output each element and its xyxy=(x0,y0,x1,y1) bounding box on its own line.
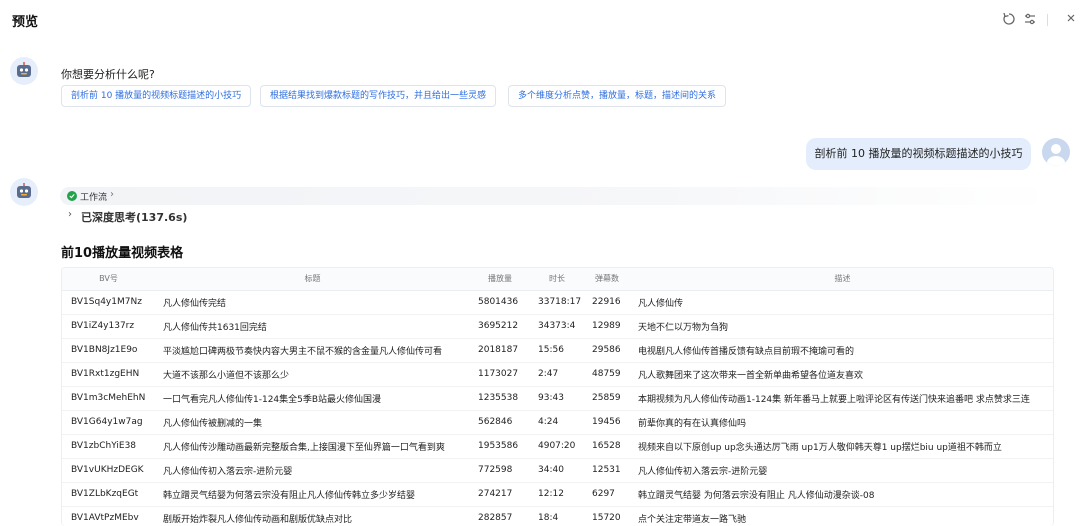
cell-description: 天地不仁以万物为刍狗 xyxy=(630,314,1053,339)
table-title: 前10播放量视频表格 xyxy=(61,246,184,261)
cell-danmaku: 16528 xyxy=(584,434,630,459)
bot-avatar xyxy=(10,178,38,206)
cell-bv: BV1vUKHzDEGK xyxy=(62,458,155,483)
cell-views: 562846 xyxy=(470,410,530,435)
cell-danmaku: 29586 xyxy=(584,338,630,363)
table-row: BV1AVtPzMEbv 剧版开始炸裂凡人修仙传动画和剧版优缺点对比 282857 1… xyxy=(62,506,1053,526)
cell-description: 凡人歌舞团来了这次带来一首全新单曲希望各位道友喜欢 xyxy=(630,362,1053,387)
table-row: BV1ZLbKzqEGt 韩立蹭灵气结婴为何落云宗没有阻止凡人修仙传韩立多少岁结婴… xyxy=(62,482,1053,507)
cell-bv: BV1AVtPzMEbv xyxy=(62,506,155,526)
cell-danmaku: 22916 xyxy=(584,290,630,315)
cell-duration: 18:4 xyxy=(530,506,584,526)
page-title: 预览 xyxy=(12,15,39,30)
col-header-bv[interactable]: BV号 xyxy=(62,268,155,291)
cell-description: 本期视频为凡人修仙传动画1-124集 新年番马上就要上啦评论区有传送门快来追番吧… xyxy=(630,386,1053,411)
col-header-duration[interactable]: 时长 xyxy=(530,268,584,291)
cell-bv: BV1Rxt1zgEHN xyxy=(62,362,155,387)
table-row: BV1zbChYiE38 凡人修仙传沙雕动画最新完整版合集,上接国漫下至仙界篇一口… xyxy=(62,434,1053,459)
cell-bv: BV1BN8Jz1E9o xyxy=(62,338,155,363)
cell-views: 5801436 xyxy=(470,290,530,315)
cell-description: 凡人修仙传 xyxy=(630,290,1053,315)
chevron-right-icon: › xyxy=(68,209,72,220)
col-header-description[interactable]: 描述 xyxy=(630,268,1053,291)
cell-views: 772598 xyxy=(470,458,530,483)
col-header-title[interactable]: 标题 xyxy=(155,268,470,291)
cell-duration: 34:40 xyxy=(530,458,584,483)
cell-danmaku: 19456 xyxy=(584,410,630,435)
col-header-views[interactable]: 播放量 xyxy=(470,268,530,291)
cell-description: 电视剧凡人修仙传首播反馈有缺点目前瑕不掩瑜可看的 xyxy=(630,338,1053,363)
cell-duration: 15:56 xyxy=(530,338,584,363)
cell-description: 前辈你真的有在认真修仙吗 xyxy=(630,410,1053,435)
refresh-icon[interactable] xyxy=(1001,12,1017,28)
user-message-bubble: 剖析前 10 播放量的视频标题描述的小技巧 xyxy=(806,138,1031,170)
cell-views: 1173027 xyxy=(470,362,530,387)
cell-duration: 33718:17 xyxy=(530,290,584,315)
cell-description: 点个关注定带道友一路飞驰 xyxy=(630,506,1053,526)
cell-duration: 34373:4 xyxy=(530,314,584,339)
suggestion-chip-3[interactable]: 多个维度分析点赞，播放量，标题，描述间的关系 xyxy=(508,85,727,107)
user-avatar xyxy=(1042,138,1070,166)
check-circle-icon xyxy=(67,191,77,201)
cell-bv: BV1Sq4y1M7Nz xyxy=(62,290,155,315)
cell-duration: 2:47 xyxy=(530,362,584,387)
cell-title: 剧版开始炸裂凡人修仙传动画和剧版优缺点对比 xyxy=(155,506,470,526)
cell-bv: BV1ZLbKzqEGt xyxy=(62,482,155,507)
cell-title: 一口气看完凡人修仙传1-124集全5季B站最火修仙国漫 xyxy=(155,386,470,411)
cell-danmaku: 6297 xyxy=(584,482,630,507)
cell-duration: 12:12 xyxy=(530,482,584,507)
cell-title: 凡人修仙传完结 xyxy=(155,290,470,315)
cell-views: 274217 xyxy=(470,482,530,507)
cell-views: 1953586 xyxy=(470,434,530,459)
cell-title: 凡人修仙传初入落云宗-进阶元婴 xyxy=(155,458,470,483)
assistant-question: 你想要分析什么呢? xyxy=(61,68,155,81)
close-icon[interactable] xyxy=(1063,12,1079,28)
table-row: BV1Sq4y1M7Nz 凡人修仙传完结 5801436 33718:17 22916 凡… xyxy=(62,290,1053,315)
cell-bv: BV1iZ4y137rz xyxy=(62,314,155,339)
cell-views: 282857 xyxy=(470,506,530,526)
table-row: BV1G64y1w7ag 凡人修仙传被删减的一集 562846 4:24 19456 前辈… xyxy=(62,410,1053,435)
settings-sliders-icon[interactable] xyxy=(1022,12,1038,28)
cell-description: 韩立蹭灵气结婴 为何落云宗没有阻止 凡人修仙动漫杂谈-08 xyxy=(630,482,1053,507)
cell-title: 平淡尴尬口碑两极节奏快内容大男主不鼠不猴的含金量凡人修仙传可看 xyxy=(155,338,470,363)
cell-bv: BV1zbChYiE38 xyxy=(62,434,155,459)
cell-duration: 93:43 xyxy=(530,386,584,411)
cell-bv: BV1m3cMehEhN xyxy=(62,386,155,411)
cell-danmaku: 25859 xyxy=(584,386,630,411)
cell-views: 3695212 xyxy=(470,314,530,339)
col-header-danmaku[interactable]: 弹幕数 xyxy=(584,268,630,291)
table-row: BV1Rxt1zgEHN 大道不该那么小道但不该那么少 1173027 2:47 487… xyxy=(62,362,1053,387)
suggestion-chip-2[interactable]: 根据结果找到爆款标题的写作技巧，并且给出一些灵感 xyxy=(260,85,497,107)
cell-views: 2018187 xyxy=(470,338,530,363)
cell-title: 凡人修仙传被删减的一集 xyxy=(155,410,470,435)
cell-description: 视频来自以下原创up up念头通达厉飞雨 up1万人敬仰韩天尊1 up摆烂biu… xyxy=(630,434,1053,459)
cell-duration: 4:24 xyxy=(530,410,584,435)
cell-bv: BV1G64y1w7ag xyxy=(62,410,155,435)
chevron-right-icon: › xyxy=(110,189,114,200)
table-header-row: BV号 标题 播放量 时长 弹幕数 描述 xyxy=(62,268,1053,291)
cell-title: 凡人修仙传沙雕动画最新完整版合集,上接国漫下至仙界篇一口气看到爽 xyxy=(155,434,470,459)
cell-title: 大道不该那么小道但不该那么少 xyxy=(155,362,470,387)
cell-title: 韩立蹭灵气结婴为何落云宗没有阻止凡人修仙传韩立多少岁结婴 xyxy=(155,482,470,507)
cell-views: 1235538 xyxy=(470,386,530,411)
suggestion-chip-1[interactable]: 剖析前 10 播放量的视频标题描述的小技巧 xyxy=(61,85,252,107)
workflow-status[interactable]: 工作流 › xyxy=(60,187,1056,205)
table-row: BV1vUKHzDEGK 凡人修仙传初入落云宗-进阶元婴 772598 34:40 12… xyxy=(62,458,1053,483)
cell-description: 凡人修仙传初入落云宗-进阶元婴 xyxy=(630,458,1053,483)
bot-avatar xyxy=(10,57,38,85)
table-row: BV1BN8Jz1E9o 平淡尴尬口碑两极节奏快内容大男主不鼠不猴的含金量凡人修仙… xyxy=(62,338,1053,363)
cell-danmaku: 12989 xyxy=(584,314,630,339)
header-divider xyxy=(1047,14,1048,26)
workflow-label: 工作流 xyxy=(80,193,108,203)
cell-danmaku: 12531 xyxy=(584,458,630,483)
video-table: BV号 标题 播放量 时长 弹幕数 描述 BV1Sq4y1M7Nz 凡人修仙传完结… xyxy=(61,267,1054,526)
cell-danmaku: 15720 xyxy=(584,506,630,526)
cell-duration: 4907:20 xyxy=(530,434,584,459)
preview-header: 预览 xyxy=(0,0,1080,40)
cell-danmaku: 48759 xyxy=(584,362,630,387)
table-row: BV1m3cMehEhN 一口气看完凡人修仙传1-124集全5季B站最火修仙国漫 1… xyxy=(62,386,1053,411)
table-row: BV1iZ4y137rz 凡人修仙传共1631回完结 3695212 34373:4 1… xyxy=(62,314,1053,339)
cell-title: 凡人修仙传共1631回完结 xyxy=(155,314,470,339)
thinking-label: 已深度思考(137.6s) xyxy=(81,211,188,224)
